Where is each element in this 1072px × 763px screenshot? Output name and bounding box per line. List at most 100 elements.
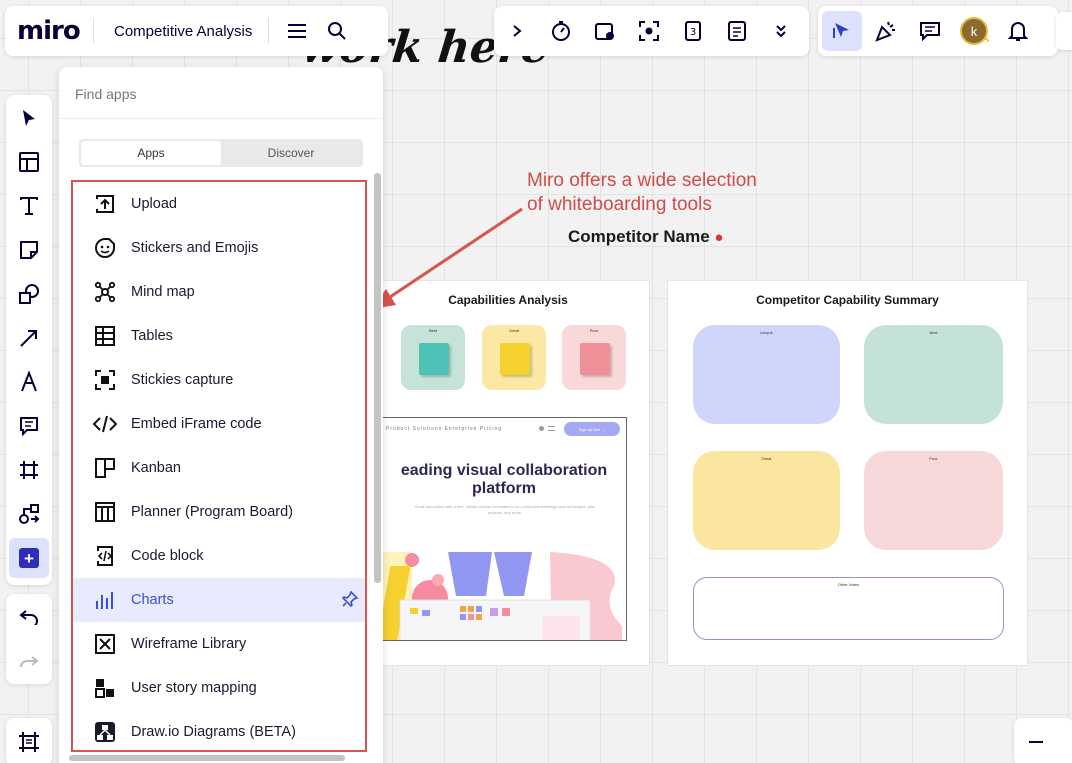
app-item-mind-map[interactable]: Mind map bbox=[73, 270, 365, 314]
menu-button[interactable] bbox=[277, 11, 317, 51]
app-item-embed-iframe[interactable]: Embed iFrame code bbox=[73, 402, 365, 446]
app-item-label: User story mapping bbox=[131, 680, 257, 696]
select-tool[interactable] bbox=[9, 98, 49, 138]
more-apps-tool[interactable]: + bbox=[9, 538, 49, 578]
history-toolbar bbox=[6, 594, 52, 684]
redo-icon bbox=[20, 656, 39, 668]
mini-card-poor[interactable]: Poor bbox=[562, 325, 626, 390]
shapes-tool[interactable] bbox=[9, 274, 49, 314]
mini-card-great[interactable]: Great bbox=[482, 325, 546, 390]
app-item-kanban[interactable]: Kanban bbox=[73, 446, 365, 490]
frame-list-icon bbox=[19, 732, 39, 752]
summary-box-great[interactable]: Great bbox=[693, 451, 840, 550]
frames-panel-button[interactable] bbox=[6, 718, 52, 763]
app-item-stickies-capture[interactable]: Stickies capture bbox=[73, 358, 365, 402]
timer-button[interactable] bbox=[541, 11, 581, 51]
summary-box-best[interactable]: Best bbox=[864, 325, 1003, 424]
more-tools-button[interactable] bbox=[761, 11, 801, 51]
voting-icon bbox=[595, 23, 614, 40]
boxing-glove-icon: ● bbox=[714, 229, 724, 246]
frame-icon bbox=[20, 461, 38, 479]
app-item-label: Wireframe Library bbox=[131, 636, 247, 652]
app-item-planner[interactable]: Planner (Program Board) bbox=[73, 490, 365, 534]
creation-toolbar: + bbox=[6, 95, 52, 585]
summary-box-label: Unique bbox=[760, 330, 773, 335]
comment-tool[interactable] bbox=[9, 406, 49, 446]
expand-toolbar-button[interactable] bbox=[497, 11, 537, 51]
mini-card-best[interactable]: Best bbox=[401, 325, 465, 390]
celebrate-button[interactable] bbox=[866, 11, 906, 51]
annotation-text: Miro offers a wide selection of whiteboa… bbox=[527, 170, 757, 215]
website-nav: Product Solutions Enterprise Pricing bbox=[386, 426, 503, 432]
capability-summary-frame[interactable]: Competitor Capability Summary Unique Bes… bbox=[667, 280, 1028, 666]
focus-button[interactable] bbox=[629, 11, 669, 51]
app-item-label: Charts bbox=[131, 592, 174, 608]
text-tool[interactable] bbox=[9, 186, 49, 226]
undo-icon bbox=[19, 610, 38, 625]
countdown-button[interactable]: 3 bbox=[673, 11, 713, 51]
mini-card-label: Great bbox=[508, 328, 519, 333]
website-illustration bbox=[382, 552, 622, 640]
app-item-upload[interactable]: Upload bbox=[73, 182, 365, 226]
app-item-charts[interactable]: Charts bbox=[73, 578, 365, 622]
board-actions-toolbar: k ⚡ bbox=[818, 6, 1058, 56]
notes-button[interactable] bbox=[717, 11, 757, 51]
connection-line-tool[interactable] bbox=[9, 318, 49, 358]
notifications-button[interactable] bbox=[998, 11, 1038, 51]
app-item-label: Planner (Program Board) bbox=[131, 504, 293, 520]
text-icon bbox=[20, 197, 38, 215]
vertical-scrollbar[interactable] bbox=[374, 173, 381, 583]
app-item-user-story-mapping[interactable]: User story mapping bbox=[73, 666, 365, 710]
comments-button[interactable] bbox=[910, 11, 950, 51]
summary-box-unique[interactable]: Unique bbox=[693, 325, 840, 424]
summary-box-label: Other Notes bbox=[837, 582, 860, 587]
summary-box-poor[interactable]: Poor bbox=[864, 451, 1003, 550]
cursor-mode-button[interactable] bbox=[822, 11, 862, 51]
countdown-icon: 3 bbox=[685, 21, 701, 41]
share-button-partial[interactable] bbox=[1056, 12, 1072, 50]
diagram-tool[interactable] bbox=[9, 494, 49, 534]
tab-discover[interactable]: Discover bbox=[221, 141, 361, 165]
header-divider bbox=[268, 18, 270, 44]
app-item-label: Code block bbox=[131, 548, 204, 564]
sticky-note-tool[interactable] bbox=[9, 230, 49, 270]
undo-button[interactable] bbox=[9, 597, 49, 637]
website-menu-icon bbox=[548, 426, 555, 431]
board-title[interactable]: Competitive Analysis bbox=[114, 23, 252, 40]
find-apps-input[interactable] bbox=[75, 83, 365, 105]
horizontal-scrollbar[interactable] bbox=[69, 755, 345, 761]
cursor-icon bbox=[23, 110, 35, 126]
svg-text:3: 3 bbox=[690, 27, 696, 38]
app-item-wireframe[interactable]: Wireframe Library bbox=[73, 622, 365, 666]
website-screenshot[interactable]: Product Solutions Enterprise Pricing Sig… bbox=[381, 417, 627, 641]
diagram-icon bbox=[19, 504, 40, 524]
tab-apps[interactable]: Apps bbox=[81, 141, 221, 165]
templates-tool[interactable] bbox=[9, 142, 49, 182]
user-avatar-button[interactable]: k ⚡ bbox=[954, 11, 994, 51]
summary-box-label: Great bbox=[761, 456, 772, 461]
summary-box-other-notes[interactable]: Other Notes bbox=[693, 577, 1004, 640]
drawio-icon bbox=[95, 722, 115, 742]
website-subtext: Scale innovation with a free, infinite c… bbox=[414, 504, 596, 515]
app-item-label: Stickers and Emojis bbox=[131, 240, 259, 256]
pen-tool[interactable] bbox=[9, 362, 49, 402]
search-button[interactable] bbox=[317, 11, 357, 51]
app-item-label: Tables bbox=[131, 328, 173, 344]
voting-button[interactable] bbox=[585, 11, 625, 51]
redo-button[interactable] bbox=[9, 641, 49, 681]
app-item-drawio[interactable]: Draw.io Diagrams (BETA) bbox=[73, 710, 365, 750]
frame-tool[interactable] bbox=[9, 450, 49, 490]
miro-logo[interactable]: miro bbox=[17, 16, 93, 46]
zoom-out-icon[interactable] bbox=[1028, 740, 1044, 744]
app-item-code-block[interactable]: Code block bbox=[73, 534, 365, 578]
summary-box-label: Best bbox=[929, 330, 938, 335]
apps-list: Upload Stickers and Emojis Mind map Tabl… bbox=[71, 180, 367, 752]
capabilities-analysis-frame[interactable]: Capabilities Analysis Best Great Poor Pr… bbox=[365, 280, 650, 666]
annotation-arrow bbox=[372, 207, 523, 309]
app-item-tables[interactable]: Tables bbox=[73, 314, 365, 358]
pin-button[interactable] bbox=[341, 590, 359, 608]
competitor-name-label: Competitor Name bbox=[568, 227, 710, 246]
chevron-right-icon bbox=[513, 25, 522, 37]
app-item-stickers[interactable]: Stickers and Emojis bbox=[73, 226, 365, 270]
competitor-name-heading[interactable]: Competitor Name ● bbox=[568, 227, 723, 247]
